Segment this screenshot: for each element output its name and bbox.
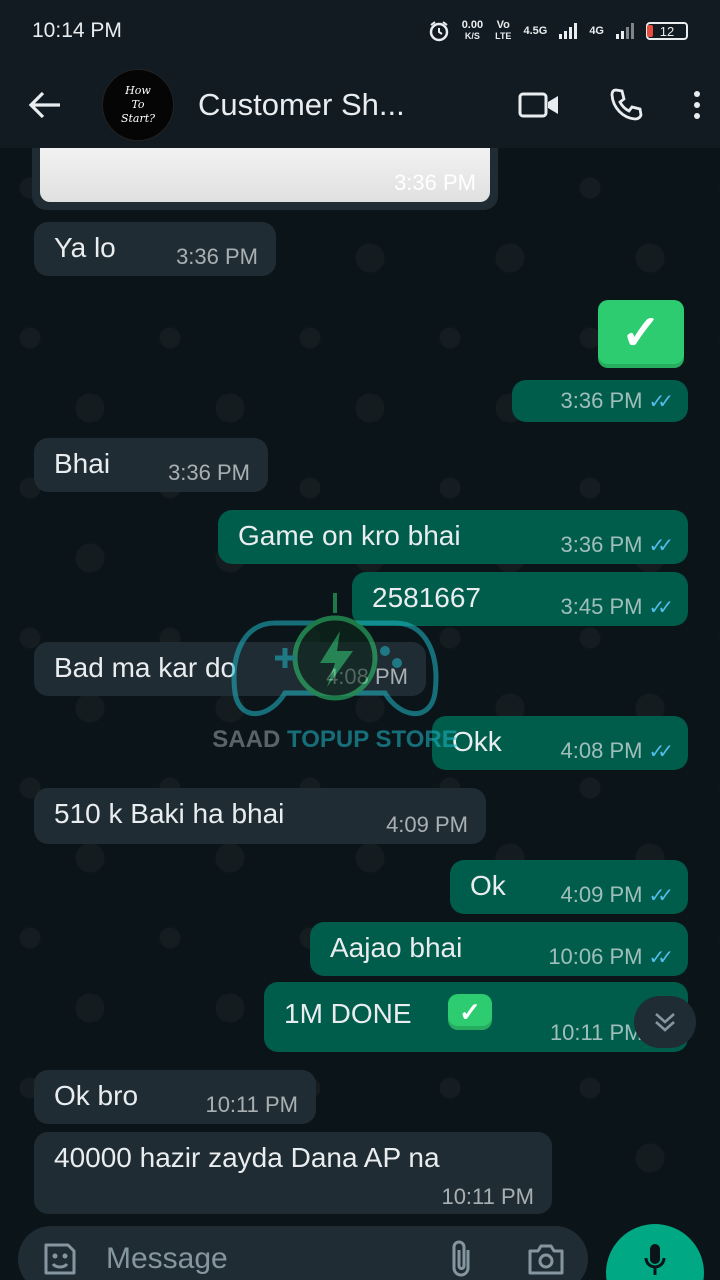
emoji-time-bubble: 3:36 PM ✓✓	[512, 380, 688, 422]
volte-label: Vo	[496, 19, 510, 31]
status-time: 10:14 PM	[32, 19, 122, 42]
message-composer: Message	[0, 1220, 720, 1280]
message-time: 3:36 PM	[560, 532, 643, 557]
message-text: 40000 hazir zayda Dana AP na	[54, 1142, 440, 1173]
message-outgoing-emoji[interactable]: ✓	[598, 300, 688, 372]
message-time: 3:36 PM	[176, 244, 258, 269]
message-time: 10:11 PM	[549, 1020, 643, 1045]
read-ticks-icon: ✓✓	[648, 946, 673, 969]
message-text: Ya lo	[54, 232, 116, 263]
status-bar: 10:14 PM 0.00 K/S Vo LTE 4.5G 4G 12	[0, 0, 720, 62]
sim2-type: 4G	[589, 25, 604, 37]
sticker-icon[interactable]	[40, 1239, 80, 1279]
message-time: 3:36 PM	[560, 388, 643, 413]
net-speed-unit: K/S	[464, 31, 480, 41]
message-time: 4:08 PM	[560, 738, 643, 763]
message-time: 3:36 PM	[394, 170, 476, 195]
message-outgoing[interactable]: Aajao bhai 10:06 PM ✓✓	[310, 922, 688, 976]
message-time-wrap: 4:08 PM ✓✓	[561, 738, 674, 764]
battery-level: 12	[659, 23, 675, 39]
status-icons: 0.00 K/S Vo LTE 4.5G 4G 12	[428, 20, 688, 42]
back-arrow-icon[interactable]	[28, 85, 68, 125]
message-input[interactable]: Message	[106, 1242, 448, 1276]
message-time-wrap: 3:45 PM ✓✓	[561, 594, 674, 620]
message-time-wrap: 3:36 PM ✓✓	[561, 532, 674, 558]
message-text: Ok	[470, 870, 506, 901]
message-time: 10:11 PM	[441, 1184, 534, 1209]
read-ticks-icon: ✓✓	[648, 884, 673, 907]
mic-button[interactable]	[606, 1224, 704, 1280]
image-thumbnail[interactable]: 3:36 PM	[40, 148, 490, 202]
video-call-icon[interactable]	[518, 91, 560, 119]
message-outgoing[interactable]: Okk 4:08 PM ✓✓	[432, 716, 688, 770]
battery-icon: 12	[646, 22, 688, 40]
net-speed-value: 0.00	[461, 19, 484, 31]
check-mark-button-emoji: ✓	[598, 300, 684, 368]
message-incoming[interactable]: 510 k Baki ha bhai 4:09 PM	[34, 788, 486, 844]
message-outgoing[interactable]: Game on kro bhai 3:36 PM ✓✓	[218, 510, 688, 564]
chat-area[interactable]: 3:36 PM Ya lo 3:36 PM ✓ 3:36 PM ✓✓ Bhai 3…	[0, 148, 720, 1220]
phone-icon[interactable]	[608, 87, 644, 123]
message-time-wrap: 10:06 PM ✓✓	[548, 944, 674, 970]
message-incoming[interactable]: Ok bro 10:11 PM	[34, 1070, 316, 1124]
avatar-text-1: How	[125, 84, 151, 97]
check-mark-button-emoji: ✓	[448, 994, 492, 1030]
lte-label: LTE	[495, 31, 512, 41]
message-outgoing[interactable]: 1M DONE ✓ 10:11 PM✓✓	[264, 982, 688, 1052]
camera-icon[interactable]	[526, 1242, 566, 1276]
sim2-signal-icon	[616, 23, 634, 39]
message-time-wrap: 4:09 PM ✓✓	[561, 882, 674, 908]
message-text: Ok bro	[54, 1080, 139, 1111]
message-text: 2581667	[372, 582, 482, 613]
avatar-text-2: To	[131, 98, 145, 111]
contact-name[interactable]: Customer Sh...	[198, 87, 448, 123]
read-ticks-icon: ✓✓	[648, 596, 673, 619]
avatar-text-3: Start?	[120, 112, 156, 125]
attach-icon[interactable]	[448, 1238, 474, 1280]
message-incoming[interactable]: 40000 hazir zayda Dana AP na 10:11 PM	[34, 1132, 552, 1214]
message-text: Bhai	[54, 448, 111, 479]
sim1-signal-icon	[559, 23, 578, 39]
message-time: 4:09 PM	[560, 882, 643, 907]
message-incoming[interactable]: Bad ma kar do 4:08 PM	[34, 642, 426, 696]
sim1-type: 4.5G	[523, 25, 548, 37]
scroll-to-bottom-button[interactable]	[634, 996, 696, 1048]
message-text: Okk	[452, 726, 502, 757]
message-text: Aajao bhai	[330, 932, 463, 963]
mic-icon	[644, 1244, 666, 1275]
message-time: 3:36 PM	[168, 460, 250, 485]
message-input-box[interactable]: Message	[18, 1226, 588, 1280]
message-time: 4:09 PM	[386, 812, 468, 837]
message-time: 10:11 PM	[205, 1092, 298, 1117]
message-outgoing[interactable]: Ok 4:09 PM ✓✓	[450, 860, 688, 914]
message-incoming[interactable]: Bhai 3:36 PM	[34, 438, 268, 492]
read-ticks-icon: ✓✓	[648, 534, 673, 557]
chat-header: How To Start? Customer Sh...	[0, 62, 720, 148]
message-time-wrap: 3:36 PM ✓✓	[561, 388, 674, 414]
image-message[interactable]: 3:36 PM	[32, 148, 498, 210]
avatar[interactable]: How To Start?	[102, 69, 174, 141]
message-time: 3:45 PM	[560, 594, 643, 619]
message-time: 10:06 PM	[548, 944, 643, 969]
message-text: Bad ma kar do	[54, 652, 237, 683]
network-speed: 0.00 K/S	[462, 20, 483, 42]
message-text: 510 k Baki ha bhai	[54, 798, 285, 829]
message-text: Game on kro bhai	[238, 520, 461, 551]
message-incoming[interactable]: Ya lo 3:36 PM	[34, 222, 276, 276]
alarm-icon	[429, 21, 448, 42]
read-ticks-icon: ✓✓	[648, 390, 673, 413]
watermark-part1: SAAD	[212, 726, 281, 753]
message-time: 4:08 PM	[326, 664, 408, 689]
message-outgoing[interactable]: 2581667 3:45 PM ✓✓	[352, 572, 688, 626]
double-chevron-down-icon	[655, 1013, 675, 1032]
read-ticks-icon: ✓✓	[648, 740, 673, 763]
more-icon[interactable]	[692, 90, 702, 120]
message-text: 1M DONE	[284, 998, 412, 1029]
volte-indicator: Vo LTE	[495, 20, 511, 42]
